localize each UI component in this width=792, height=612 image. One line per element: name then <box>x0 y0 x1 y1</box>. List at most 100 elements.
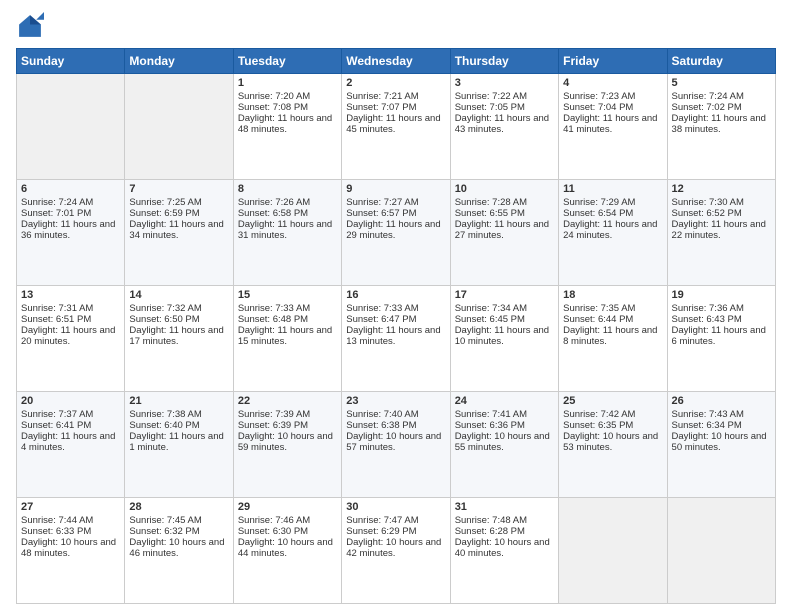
day-content: Sunset: 6:52 PM <box>672 208 771 219</box>
day-number: 11 <box>563 183 662 195</box>
day-content: Sunrise: 7:33 AM <box>346 303 445 314</box>
day-content: Daylight: 11 hours and 27 minutes. <box>455 219 554 241</box>
day-content: Sunrise: 7:26 AM <box>238 197 337 208</box>
day-number: 8 <box>238 183 337 195</box>
day-content: Sunrise: 7:37 AM <box>21 409 120 420</box>
calendar-cell: 3Sunrise: 7:22 AMSunset: 7:05 PMDaylight… <box>450 74 558 180</box>
calendar-cell: 14Sunrise: 7:32 AMSunset: 6:50 PMDayligh… <box>125 286 233 392</box>
day-content: Sunrise: 7:43 AM <box>672 409 771 420</box>
day-number: 27 <box>21 501 120 513</box>
day-content: Sunset: 6:45 PM <box>455 314 554 325</box>
day-content: Sunset: 6:50 PM <box>129 314 228 325</box>
page-header <box>16 12 776 40</box>
day-content: Daylight: 10 hours and 59 minutes. <box>238 431 337 453</box>
calendar-cell: 21Sunrise: 7:38 AMSunset: 6:40 PMDayligh… <box>125 392 233 498</box>
calendar-cell: 7Sunrise: 7:25 AMSunset: 6:59 PMDaylight… <box>125 180 233 286</box>
day-content: Daylight: 10 hours and 55 minutes. <box>455 431 554 453</box>
calendar-day-header: Sunday <box>17 49 125 74</box>
day-content: Daylight: 11 hours and 15 minutes. <box>238 325 337 347</box>
day-content: Sunrise: 7:29 AM <box>563 197 662 208</box>
day-content: Daylight: 11 hours and 6 minutes. <box>672 325 771 347</box>
day-content: Daylight: 10 hours and 50 minutes. <box>672 431 771 453</box>
day-content: Sunrise: 7:30 AM <box>672 197 771 208</box>
day-content: Sunrise: 7:44 AM <box>21 515 120 526</box>
calendar-cell <box>17 74 125 180</box>
day-content: Sunrise: 7:27 AM <box>346 197 445 208</box>
day-number: 16 <box>346 289 445 301</box>
calendar-day-header: Thursday <box>450 49 558 74</box>
calendar-cell: 26Sunrise: 7:43 AMSunset: 6:34 PMDayligh… <box>667 392 775 498</box>
day-content: Daylight: 10 hours and 44 minutes. <box>238 537 337 559</box>
day-content: Daylight: 11 hours and 38 minutes. <box>672 113 771 135</box>
calendar-day-header: Friday <box>559 49 667 74</box>
day-content: Sunset: 6:40 PM <box>129 420 228 431</box>
day-number: 30 <box>346 501 445 513</box>
day-content: Sunrise: 7:32 AM <box>129 303 228 314</box>
calendar-day-header: Saturday <box>667 49 775 74</box>
calendar-cell: 5Sunrise: 7:24 AMSunset: 7:02 PMDaylight… <box>667 74 775 180</box>
day-content: Sunset: 6:32 PM <box>129 526 228 537</box>
day-content: Sunset: 6:39 PM <box>238 420 337 431</box>
calendar-cell: 31 Sunrise: 7:48 AMSunset: 6:28 PMDayligh… <box>450 498 558 604</box>
day-content: Sunrise: 7:21 AM <box>346 91 445 102</box>
day-number: 1 <box>238 77 337 89</box>
day-number: 2 <box>346 77 445 89</box>
day-number: 29 <box>238 501 337 513</box>
calendar-cell: 17Sunrise: 7:34 AMSunset: 6:45 PMDayligh… <box>450 286 558 392</box>
day-content: Daylight: 11 hours and 41 minutes. <box>563 113 662 135</box>
day-content: Daylight: 11 hours and 13 minutes. <box>346 325 445 347</box>
calendar-cell: 19Sunrise: 7:36 AMSunset: 6:43 PMDayligh… <box>667 286 775 392</box>
calendar-cell: 27 Sunrise: 7:44 AMSunset: 6:33 PMDayligh… <box>17 498 125 604</box>
calendar-cell: 29Sunrise: 7:46 AMSunset: 6:30 PMDayligh… <box>233 498 341 604</box>
day-content: Daylight: 10 hours and 48 minutes. <box>21 537 120 559</box>
calendar-cell: 6Sunrise: 7:24 AMSunset: 7:01 PMDaylight… <box>17 180 125 286</box>
day-content: Sunset: 6:30 PM <box>238 526 337 537</box>
day-content: Sunset: 6:35 PM <box>563 420 662 431</box>
day-content: Sunrise: 7:36 AM <box>672 303 771 314</box>
day-content: Sunset: 6:33 PM <box>21 526 120 537</box>
day-content: Sunrise: 7:34 AM <box>455 303 554 314</box>
calendar-cell: 8 Sunrise: 7:26 AMSunset: 6:58 PMDaylight… <box>233 180 341 286</box>
day-number: 5 <box>672 77 771 89</box>
calendar-day-header: Monday <box>125 49 233 74</box>
day-content: Sunrise: 7:48 AM <box>455 515 554 526</box>
day-content: Daylight: 11 hours and 20 minutes. <box>21 325 120 347</box>
day-content: Daylight: 11 hours and 24 minutes. <box>563 219 662 241</box>
day-content: Daylight: 11 hours and 22 minutes. <box>672 219 771 241</box>
day-content: Sunset: 6:54 PM <box>563 208 662 219</box>
calendar-week-row: 13Sunrise: 7:31 AMSunset: 6:51 PMDayligh… <box>17 286 776 392</box>
day-content: Sunrise: 7:45 AM <box>129 515 228 526</box>
calendar-cell: 28Sunrise: 7:45 AMSunset: 6:32 PMDayligh… <box>125 498 233 604</box>
day-content: Sunrise: 7:35 AM <box>563 303 662 314</box>
calendar-cell <box>125 74 233 180</box>
day-content: Sunrise: 7:24 AM <box>672 91 771 102</box>
day-number: 12 <box>672 183 771 195</box>
calendar-day-header: Wednesday <box>342 49 450 74</box>
day-number: 28 <box>129 501 228 513</box>
day-number: 15 <box>238 289 337 301</box>
day-content: Sunset: 7:08 PM <box>238 102 337 113</box>
day-content: Sunset: 6:29 PM <box>346 526 445 537</box>
day-number: 3 <box>455 77 554 89</box>
day-number: 10 <box>455 183 554 195</box>
day-content: Sunset: 6:38 PM <box>346 420 445 431</box>
day-number: 4 <box>563 77 662 89</box>
calendar-cell: 15Sunrise: 7:33 AMSunset: 6:48 PMDayligh… <box>233 286 341 392</box>
day-content: Sunset: 6:28 PM <box>455 526 554 537</box>
day-number: 31 <box>455 501 554 513</box>
day-content: Sunset: 6:58 PM <box>238 208 337 219</box>
calendar-cell <box>559 498 667 604</box>
calendar-week-row: 20Sunrise: 7:37 AMSunset: 6:41 PMDayligh… <box>17 392 776 498</box>
day-content: Daylight: 11 hours and 36 minutes. <box>21 219 120 241</box>
day-number: 22 <box>238 395 337 407</box>
calendar-cell: 1Sunrise: 7:20 AMSunset: 7:08 PMDaylight… <box>233 74 341 180</box>
day-content: Sunset: 7:07 PM <box>346 102 445 113</box>
day-content: Sunrise: 7:41 AM <box>455 409 554 420</box>
day-content: Daylight: 11 hours and 31 minutes. <box>238 219 337 241</box>
day-content: Daylight: 11 hours and 17 minutes. <box>129 325 228 347</box>
day-content: Daylight: 10 hours and 40 minutes. <box>455 537 554 559</box>
day-content: Sunset: 6:51 PM <box>21 314 120 325</box>
calendar-cell <box>667 498 775 604</box>
day-number: 13 <box>21 289 120 301</box>
logo <box>16 12 48 40</box>
